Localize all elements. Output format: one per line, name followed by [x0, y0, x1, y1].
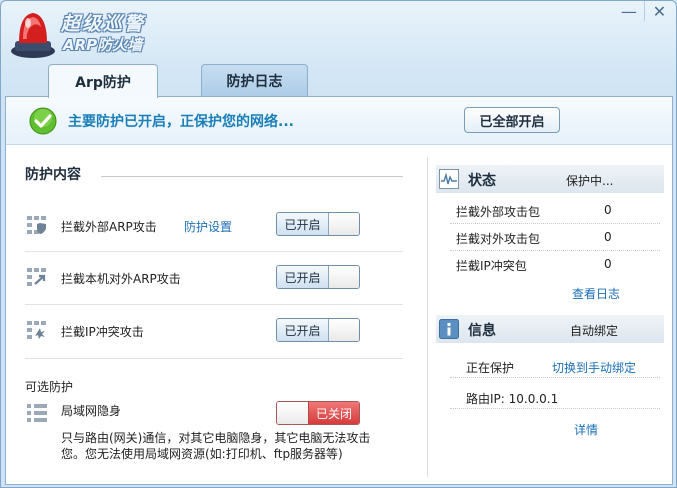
- toggle-state-label: 已开启: [277, 266, 329, 288]
- grid-arrow-icon: [27, 268, 46, 286]
- toggle-knob: [329, 266, 359, 288]
- info-icon: [439, 319, 459, 339]
- close-button[interactable]: ✕: [644, 1, 674, 21]
- minimize-button[interactable]: —: [614, 1, 644, 21]
- stat-value: 0: [604, 257, 612, 271]
- stat-row: 拦截对外攻击包 0: [456, 230, 660, 247]
- switch-manual-binding-link[interactable]: 切换到手动绑定: [552, 359, 636, 376]
- protection-content: 防护内容 拦截外部ARP攻击 防护设置 已开启 拦截本机对外ARP攻击 已开启 …: [6, 145, 421, 485]
- info-value: 自动绑定: [570, 324, 619, 338]
- app-subtitle: ARP防火墙: [63, 36, 143, 54]
- tab-protection-log[interactable]: 防护日志: [201, 64, 308, 96]
- row-divider: [450, 377, 660, 378]
- lan-stealth-description: 只与路由(网关)通信，对其它电脑隐身，其它电脑无法攻击您。您无法使用局域网资源(…: [61, 431, 371, 461]
- stat-row: 拦截外部攻击包 0: [456, 203, 660, 220]
- section-title-optional: 可选防护: [25, 380, 74, 394]
- external-arp-toggle[interactable]: 已开启: [276, 212, 360, 236]
- check-icon: [29, 107, 57, 135]
- siren-logo-icon: [11, 13, 55, 58]
- toggle-knob: [277, 402, 309, 424]
- row-divider: [25, 358, 403, 359]
- tab-arp-protection[interactable]: Arp防护: [48, 64, 158, 98]
- toggle-knob: [329, 213, 359, 235]
- info-header: 信息 自动绑定: [436, 315, 664, 343]
- stat-value: 0: [604, 203, 612, 217]
- item-label-external-arp: 拦截外部ARP攻击: [61, 220, 157, 234]
- grid-burst-icon: [27, 321, 46, 339]
- stat-row: 拦截IP冲突包 0: [456, 257, 660, 274]
- row-divider: [450, 408, 660, 409]
- window-controls: — ✕: [614, 1, 674, 21]
- row-divider: [450, 250, 660, 251]
- main-panel: 主要防护已开启，正保护您的网络... 已全部开启 防护内容 拦截外部ARP攻击 …: [5, 96, 673, 485]
- stat-label: 拦截对外攻击包: [456, 232, 541, 246]
- details-link[interactable]: 详情: [574, 421, 598, 438]
- protection-settings-link[interactable]: 防护设置: [184, 218, 232, 235]
- item-label-ip-conflict: 拦截IP冲突攻击: [61, 325, 144, 339]
- row-divider: [25, 251, 403, 252]
- banner-message: 主要防护已开启，正保护您的网络...: [68, 114, 294, 130]
- app-title: 超级巡警: [61, 13, 146, 35]
- toggle-state-label: 已关闭: [309, 402, 359, 424]
- row-divider: [450, 223, 660, 224]
- router-ip: 路由IP: 10.0.0.1: [466, 392, 559, 406]
- toggle-state-label: 已开启: [277, 319, 329, 341]
- all-enabled-button[interactable]: 已全部开启: [464, 107, 560, 133]
- column-divider: [427, 157, 428, 477]
- toggle-state-label: 已开启: [277, 213, 329, 235]
- toggle-knob: [329, 319, 359, 341]
- outbound-arp-toggle[interactable]: 已开启: [276, 265, 360, 289]
- row-divider: [25, 304, 403, 305]
- status-header: 状态 保护中...: [436, 165, 664, 193]
- stat-value: 0: [604, 230, 612, 244]
- item-label-outbound-arp: 拦截本机对外ARP攻击: [61, 272, 181, 286]
- info-title: 信息: [468, 323, 496, 339]
- status-value: 保护中...: [566, 174, 614, 188]
- status-banner: 主要防护已开启，正保护您的网络... 已全部开启: [6, 97, 672, 145]
- item-label-lan-stealth: 局域网隐身: [61, 404, 122, 418]
- app-window: 超级巡警 ARP防火墙 — ✕ Arp防护 防护日志 主要防护已开启，正保护您的…: [0, 0, 677, 488]
- section-title-protection: 防护内容: [25, 167, 81, 183]
- grid-shield-icon: [27, 216, 46, 234]
- lan-stealth-toggle[interactable]: 已关闭: [276, 401, 360, 425]
- ip-conflict-toggle[interactable]: 已开启: [276, 318, 360, 342]
- side-panel: 状态 保护中... 拦截外部攻击包 0 拦截对外攻击包 0 拦截IP冲突包 0 …: [436, 145, 666, 485]
- lan-icon: [27, 404, 47, 422]
- section-divider: [101, 176, 403, 177]
- status-title: 状态: [468, 173, 496, 189]
- activity-chart-icon: [439, 169, 459, 189]
- stat-label: 拦截IP冲突包: [456, 259, 527, 273]
- stat-label: 拦截外部攻击包: [456, 205, 541, 219]
- view-log-link[interactable]: 查看日志: [572, 285, 620, 302]
